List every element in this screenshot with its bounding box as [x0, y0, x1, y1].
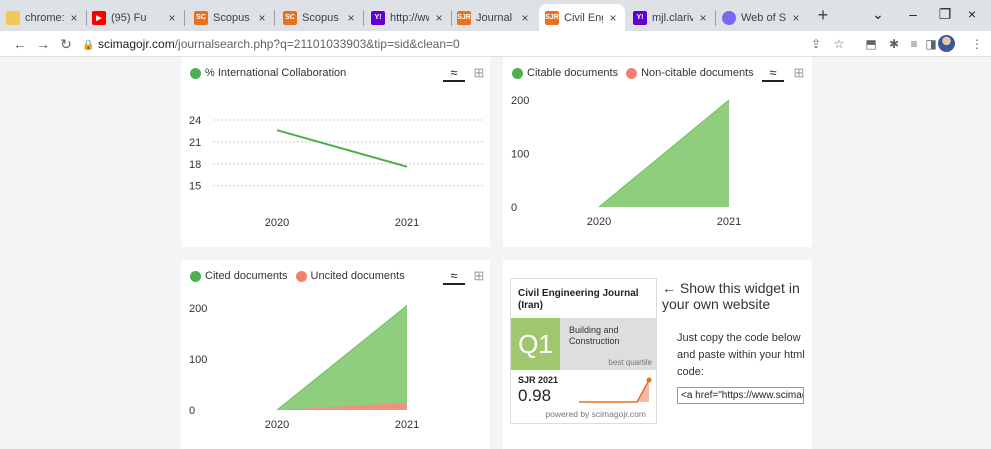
browser-tab[interactable]: SC Scopus pr ×	[188, 4, 274, 31]
cited-documents-chart: 200 100 0 2020 2021	[189, 303, 419, 431]
x-tick-label: 2021	[395, 419, 419, 431]
tab-label: Web of Sci	[741, 11, 786, 24]
x-tick-label: 2021	[395, 217, 419, 229]
back-arrow-icon[interactable]: ←	[10, 34, 30, 54]
y-tick-label: 200	[189, 303, 207, 315]
chrome-tab-icon	[6, 10, 20, 25]
browser-tab[interactable]: Y! mjl.clarivat ×	[627, 4, 715, 31]
tab-close-icon[interactable]: ×	[256, 11, 268, 25]
citable-documents-card: Citable documents Non-citable documents …	[503, 57, 812, 247]
quartile-badge: Q1	[511, 318, 560, 370]
category-label: Building and Construction	[569, 325, 620, 346]
share-icon[interactable]: ⇪	[807, 35, 825, 53]
widget-instructions: Just copy the code below and paste withi…	[677, 332, 805, 378]
url-path: /journalsearch.php?q=21101033903&tip=sid…	[174, 37, 460, 51]
sjr-value: 0.98	[518, 386, 552, 405]
youtube-icon: ▶	[92, 10, 106, 25]
web-of-science-icon	[722, 10, 736, 25]
tab-separator	[184, 10, 185, 26]
widget-heading: ← Show this widget in your own website	[662, 280, 800, 312]
tab-close-icon[interactable]: ×	[607, 11, 619, 25]
y-tick-label: 200	[511, 95, 529, 107]
tab-label: Journal Ra	[476, 11, 515, 24]
browser-tab[interactable]: SC Scopus pr ×	[277, 4, 363, 31]
y-tick-label: 100	[189, 354, 207, 366]
x-tick-label: 2021	[717, 216, 741, 228]
series-line	[276, 129, 408, 168]
address-bar[interactable]: 🔒 scimagojr.com/journalsearch.php?q=21101…	[82, 33, 807, 55]
y-tick-label: 0	[189, 405, 195, 417]
browser-tab[interactable]: chrome:// ×	[0, 4, 86, 31]
browser-tab[interactable]: SJR Journal Ra ×	[451, 4, 537, 31]
star-icon[interactable]: ☆	[830, 35, 848, 53]
sjr-sparkline	[579, 377, 652, 403]
international-collaboration-card: % International Collaboration ≈ ⊞ 24 21 18…	[181, 57, 490, 247]
tab-close-icon[interactable]: ×	[68, 11, 80, 25]
tab-separator	[363, 10, 364, 26]
tab-close-icon[interactable]: ×	[345, 11, 357, 25]
powered-by-label[interactable]: powered by scimagojr.com	[511, 409, 656, 419]
scopus-icon: SC	[283, 10, 297, 25]
category-box: Building and Construction best quartile	[560, 318, 656, 370]
tab-label: Scopus pr	[302, 11, 341, 24]
y-tick-label: 21	[189, 137, 201, 149]
kebab-menu-icon[interactable]: ⋮	[968, 35, 986, 53]
tab-close-icon[interactable]: ×	[790, 11, 802, 25]
browser-tab[interactable]: SJR Civil Engin ×	[539, 4, 625, 31]
tab-label: Civil Engin	[564, 11, 603, 24]
best-quartile-label: best quartile	[608, 358, 652, 367]
x-tick-label: 2020	[587, 216, 611, 228]
browser-toolbar: ← → ↻ 🔒 scimagojr.com/journalsearch.php?q…	[0, 31, 991, 57]
sparkline-line	[579, 379, 650, 403]
tab-label: (95) Fu	[111, 11, 147, 24]
reading-list-icon[interactable]: ≡	[905, 35, 923, 53]
extension-icon[interactable]: ⬒	[862, 35, 880, 53]
y-tick-label: 15	[189, 181, 201, 193]
x-tick-label: 2020	[265, 419, 289, 431]
tab-search-icon[interactable]: ⌄	[862, 0, 894, 31]
citable-documents-chart: 200 100 0 2020 2021	[511, 95, 741, 228]
url-host: scimagojr.com	[98, 37, 175, 51]
minimize-icon[interactable]: –	[897, 0, 929, 31]
yahoo-icon: Y!	[633, 10, 647, 25]
browser-tab[interactable]: ▶ (95) Fu ×	[86, 4, 184, 31]
y-tick-label: 24	[189, 115, 201, 127]
new-tab-button[interactable]: +	[812, 4, 834, 28]
tab-close-icon[interactable]: ×	[433, 11, 445, 25]
window-close-icon[interactable]: ×	[956, 0, 988, 31]
y-tick-label: 100	[511, 149, 529, 161]
reload-icon[interactable]: ↻	[56, 34, 76, 54]
browser-tab[interactable]: Web of Sci ×	[716, 4, 808, 31]
tab-label: chrome://	[25, 11, 64, 24]
puzzle-extensions-icon[interactable]: ✱	[885, 35, 903, 53]
tab-close-icon[interactable]: ×	[519, 11, 531, 25]
tab-label: http://ww	[390, 11, 429, 24]
y-tick-label: 18	[189, 159, 201, 171]
cited-documents-card: Cited documents Uncited documents ≈ ⊞ 20…	[181, 260, 490, 449]
tab-label: Scopus pr	[213, 11, 252, 24]
tab-separator	[274, 10, 275, 26]
yahoo-icon: Y!	[371, 10, 385, 25]
embed-code-input[interactable]: <a href="https://www.scimag	[677, 387, 804, 404]
sjr-icon: SJR	[457, 10, 471, 25]
y-tick-label: 0	[511, 202, 517, 214]
lock-icon: 🔒	[82, 40, 95, 51]
browser-tab[interactable]: Y! http://ww ×	[365, 4, 451, 31]
x-tick-label: 2020	[265, 217, 289, 229]
sjr-icon: SJR	[545, 10, 559, 25]
widget-journal-title: Civil Engineering Journal (Iran)	[518, 288, 639, 311]
international-collaboration-chart: 24 21 18 15 2020 2021	[189, 115, 485, 229]
tab-close-icon[interactable]: ×	[697, 11, 709, 25]
page-content: % International Collaboration ≈ ⊞ 24 21 18…	[0, 57, 991, 449]
forward-arrow-icon[interactable]: →	[33, 34, 53, 54]
sjr-label: SJR 2021	[518, 375, 559, 385]
tab-strip: chrome:// × ▶ (95) Fu × SC Scopus pr × SC Scopus …	[0, 0, 991, 31]
profile-avatar[interactable]	[938, 35, 955, 52]
sjr-widget[interactable]: Civil Engineering Journal (Iran) Q1 Buil…	[510, 278, 657, 424]
tab-close-icon[interactable]: ×	[166, 11, 178, 25]
scopus-icon: SC	[194, 10, 208, 25]
sparkline-point	[646, 377, 652, 383]
tab-label: mjl.clarivat	[652, 11, 693, 24]
